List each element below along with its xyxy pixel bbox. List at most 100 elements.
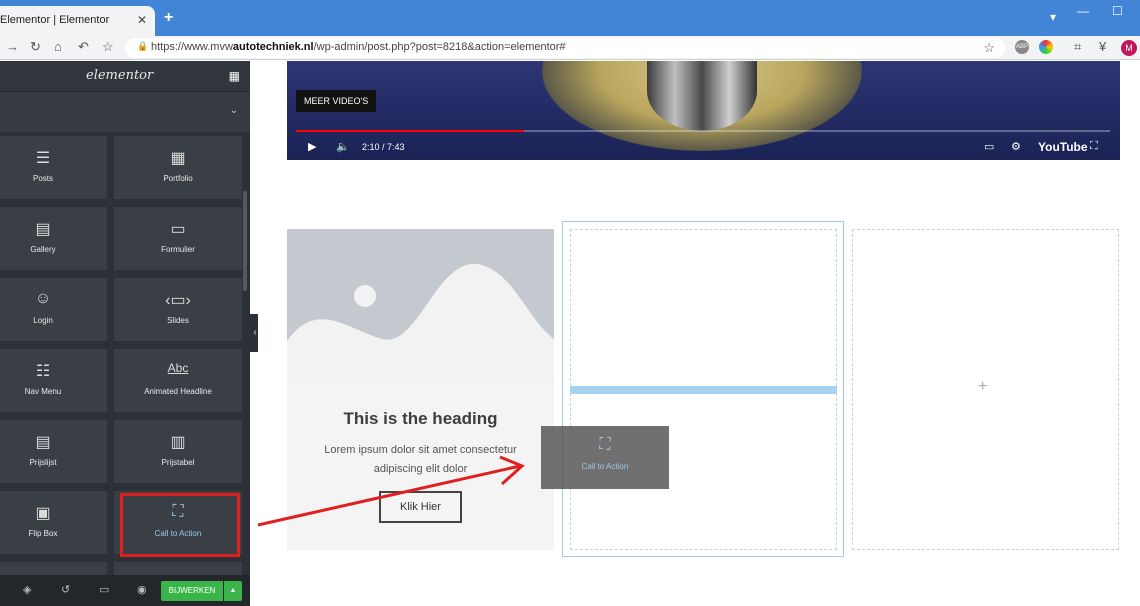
widget-gallery[interactable]: ▤ Gallery (0, 207, 107, 270)
elementor-panel: elementor ▦ ⌄ ☰ Posts ▦ Portfolio ▤ Gall… (0, 61, 250, 606)
category-toggle[interactable]: ⌄ (0, 92, 250, 132)
widget-label: Gallery (30, 245, 56, 254)
star-icon[interactable]: ☆ (983, 40, 995, 56)
widget-portfolio[interactable]: ▦ Portfolio (114, 136, 242, 199)
video-progress-bar[interactable] (296, 130, 1110, 132)
price-list-icon: ▤ (35, 434, 51, 451)
home-icon[interactable]: ⌂ (54, 39, 62, 54)
price-table-icon: ▥ (170, 434, 186, 451)
captions-icon[interactable]: ▭ (984, 140, 994, 153)
drop-indicator (570, 386, 837, 394)
update-options-icon[interactable]: ▲ (224, 581, 242, 601)
cta-heading: This is the heading (343, 409, 498, 428)
video-progress-fill (296, 130, 524, 132)
widget-label: Slides (167, 316, 189, 325)
nav-menu-icon: ☷ (35, 363, 51, 380)
extensions-menu-icon[interactable]: ¥ (1099, 39, 1106, 54)
drop-target-column[interactable] (562, 221, 844, 557)
add-widget-icon[interactable]: + (978, 378, 987, 396)
preview-eye-icon[interactable]: ◉ (137, 583, 147, 596)
lock-icon: 🔒 (137, 41, 149, 51)
empty-column[interactable]: + (852, 229, 1119, 550)
posts-icon: ☰ (35, 150, 51, 167)
tab-close-icon[interactable]: ✕ (137, 13, 147, 27)
login-icon: ☺ (34, 290, 52, 307)
widget-nav-menu[interactable]: ☷ Nav Menu (0, 349, 107, 412)
update-button[interactable]: BIJWERKEN (161, 581, 223, 601)
widget-partial[interactable] (114, 562, 242, 575)
reload-icon[interactable]: ↻ (30, 39, 41, 55)
widget-label: Posts (32, 174, 53, 183)
widget-label: Login (33, 316, 53, 325)
url-path: /wp-admin/post.php?post=8218&action=elem… (313, 41, 566, 53)
widget-label: Animated Headline (144, 387, 212, 396)
animated-headline-icon: Abc (167, 361, 189, 375)
panel-footer: ◈ ↺ ▭ ◉ BIJWERKEN ▲ (0, 575, 250, 606)
dragged-widget-preview[interactable]: ⛶ Call to Action (541, 426, 669, 489)
widget-label: Flip Box (28, 529, 58, 538)
widget-label: Portfolio (163, 174, 193, 183)
settings-gear-icon[interactable]: ⚙ (1011, 140, 1021, 153)
video-time: 2:10 / 7:43 (362, 142, 405, 152)
color-extension-icon[interactable] (1039, 40, 1053, 54)
panel-header: elementor ▦ (0, 61, 250, 92)
editor-canvas: MEER VIDEO'S ▶ 🔈 2:10 / 7:43 ▭ ⚙ YouTube… (258, 61, 1140, 606)
call-to-action-widget[interactable]: This is the heading Lorem ipsum dolor si… (287, 229, 554, 550)
responsive-icon[interactable]: ▭ (99, 583, 109, 596)
widget-label: Nav Menu (24, 387, 62, 396)
form-icon: ▭ (170, 221, 186, 238)
portfolio-icon: ▦ (170, 150, 186, 167)
call-to-action-icon: ⛶ (599, 436, 611, 453)
cta-description: Lorem ipsum dolor sit amet consectetur a… (324, 444, 517, 475)
elementor-logo: elementor (86, 68, 154, 83)
history-icon[interactable]: ↺ (61, 583, 70, 596)
widget-slides[interactable]: ‹▭› Slides (114, 278, 242, 341)
crop-extension-icon[interactable]: ⌗ (1074, 39, 1081, 55)
panel-scrollbar[interactable] (243, 191, 247, 291)
tab-title: Elementor | Elementor (0, 14, 110, 26)
address-bar: → ↻ ⌂ ↶ ☆ 🔒 https://www.mvwautotechniek.… (0, 36, 1140, 60)
minimize-icon[interactable]: — (1077, 4, 1089, 18)
url-domain: autotechniek.nl (232, 41, 314, 53)
annotation-highlight-box (120, 493, 240, 557)
layers-icon[interactable]: ◈ (23, 583, 31, 596)
maximize-icon[interactable]: ☐ (1112, 4, 1123, 18)
browser-titlebar: Elementor | Elementor ✕ + ▾ — ☐ (0, 0, 1140, 36)
drag-preview-label: Call to Action (581, 462, 629, 471)
widget-posts[interactable]: ☰ Posts (0, 136, 107, 199)
widget-price-table[interactable]: ▥ Prijstabel (114, 420, 242, 483)
adblock-extension-icon[interactable]: ABP (1015, 40, 1029, 54)
gallery-icon: ▤ (35, 221, 51, 238)
bookmark-icon[interactable]: ☆ (102, 39, 114, 55)
widget-form[interactable]: ▭ Formulier (114, 207, 242, 270)
widget-label: Formulier (161, 245, 195, 254)
widget-label: Prijstabel (161, 458, 195, 467)
widgets-grid-icon[interactable]: ▦ (229, 69, 240, 83)
widget-price-list[interactable]: ▤ Prijslijst (0, 420, 107, 483)
url-prefix: https://www.mvw (151, 41, 233, 53)
undo-icon[interactable]: ↶ (78, 39, 89, 55)
placeholder-landscape-icon (287, 263, 554, 382)
volume-icon[interactable]: 🔈 (336, 140, 350, 153)
placeholder-image (287, 229, 554, 382)
fullscreen-icon[interactable]: ⛶ (1090, 140, 1098, 153)
chevron-down-icon[interactable]: ⌄ (230, 105, 238, 116)
widget-login[interactable]: ☺ Login (0, 278, 107, 341)
widget-animated-headline[interactable]: Abc Animated Headline (114, 349, 242, 412)
widget-partial[interactable] (0, 562, 107, 575)
url-field[interactable]: 🔒 https://www.mvwautotechniek.nl/wp-admi… (125, 38, 1005, 58)
forward-icon[interactable]: → (6, 39, 19, 54)
more-videos-button[interactable]: MEER VIDEO'S (296, 90, 377, 112)
slides-icon: ‹▭› (165, 292, 191, 309)
play-icon[interactable]: ▶ (308, 140, 316, 153)
widget-flip-box[interactable]: ▣ Flip Box (0, 491, 107, 554)
tab-search-icon[interactable]: ▾ (1050, 10, 1056, 24)
flip-box-icon: ▣ (35, 505, 51, 522)
new-tab-button[interactable]: + (164, 9, 173, 27)
profile-avatar[interactable]: M (1121, 40, 1137, 56)
widget-label: Prijslijst (29, 458, 57, 467)
browser-tab[interactable]: Elementor | Elementor ✕ (0, 6, 155, 36)
video-embed[interactable]: MEER VIDEO'S ▶ 🔈 2:10 / 7:43 ▭ ⚙ YouTube… (287, 61, 1120, 160)
youtube-logo[interactable]: YouTube (1038, 140, 1088, 154)
cta-button[interactable]: Klik Hier (379, 491, 462, 523)
